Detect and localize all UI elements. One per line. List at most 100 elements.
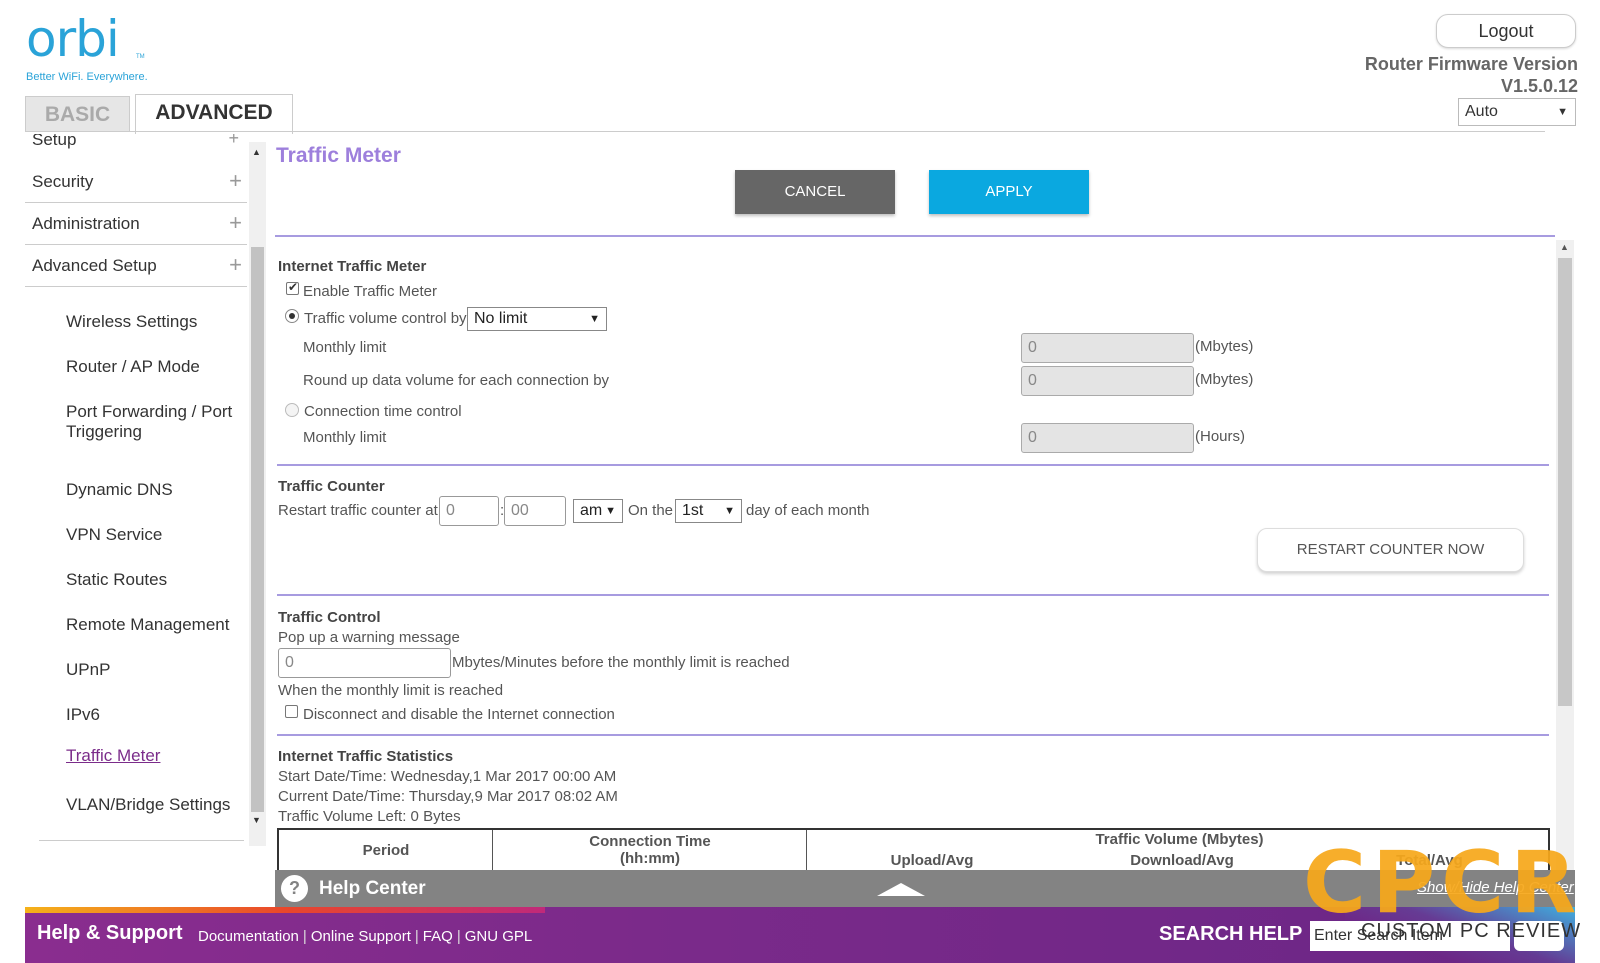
sidebar-item-router-ap-mode[interactable]: Router / AP Mode: [66, 357, 241, 377]
time-control-label: Connection time control: [304, 403, 462, 420]
sidebar-item-vpn-service[interactable]: VPN Service: [66, 525, 241, 545]
restart-day-value: 1st: [682, 502, 704, 519]
ampm-value: am: [580, 502, 603, 519]
help-support-title: Help & Support: [37, 922, 183, 944]
time-monthly-limit-input[interactable]: 0: [1021, 423, 1194, 453]
expand-up-arrow-icon[interactable]: [877, 883, 925, 896]
disconnect-checkbox[interactable]: [285, 705, 298, 718]
warning-threshold-suffix: Mbytes/Minutes before the monthly limit …: [452, 654, 790, 671]
footer-links: Documentation | Online Support | FAQ | GNU GPL: [198, 928, 532, 945]
dropdown-caret-icon: ▼: [605, 505, 616, 517]
scroll-up-arrow-icon[interactable]: ▲: [1560, 242, 1569, 252]
restart-day-select[interactable]: 1st ▼: [675, 499, 742, 523]
link-separator: |: [302, 928, 307, 945]
sidebar-section-security[interactable]: Security +: [25, 134, 247, 203]
show-hide-help-center-link[interactable]: Show/Hide Help Center: [1417, 879, 1574, 896]
volume-control-label: Traffic volume control by: [304, 310, 467, 327]
link-separator: |: [414, 928, 419, 945]
enable-traffic-meter-checkbox[interactable]: [286, 280, 299, 295]
sidebar: Setup + Security + Administration + Adva…: [25, 134, 247, 846]
table-header-period: Period: [362, 842, 410, 859]
footer-link-gnu-gpl[interactable]: GNU GPL: [465, 928, 533, 945]
stats-current-datetime: Current Date/Time: Thursday,9 Mar 2017 0…: [278, 788, 618, 805]
language-value: Auto: [1465, 103, 1498, 120]
restart-counter-now-button[interactable]: RESTART COUNTER NOW: [1257, 528, 1524, 572]
logout-button[interactable]: Logout: [1436, 14, 1576, 48]
help-question-icon: ?: [281, 875, 308, 902]
sidebar-section-label: Administration: [32, 214, 140, 233]
monthly-limit-input[interactable]: 0: [1021, 333, 1194, 363]
section-heading-traffic-counter: Traffic Counter: [278, 478, 385, 495]
section-divider: [277, 464, 1549, 466]
warning-threshold-input[interactable]: 0: [278, 648, 451, 678]
sidebar-scroll-thumb[interactable]: [251, 247, 264, 812]
sidebar-item-port-forwarding[interactable]: Port Forwarding / Port Triggering: [66, 402, 241, 442]
volume-control-radio[interactable]: [285, 309, 299, 323]
logo-tagline: Better WiFi. Everywhere.: [26, 71, 148, 83]
content-scroll-thumb[interactable]: [1558, 258, 1572, 706]
time-monthly-limit-unit: (Hours): [1195, 428, 1246, 445]
sidebar-item-upnp[interactable]: UPnP: [66, 660, 241, 680]
restart-hour-input[interactable]: 0: [439, 496, 499, 526]
roundup-input[interactable]: 0: [1021, 366, 1194, 396]
footer-link-documentation[interactable]: Documentation: [198, 928, 299, 945]
sidebar-section-administration[interactable]: Administration +: [25, 203, 247, 245]
dropdown-caret-icon: ▼: [589, 313, 600, 325]
when-limit-reached-label: When the monthly limit is reached: [278, 682, 504, 699]
section-divider: [277, 594, 1549, 596]
sidebar-item-traffic-meter[interactable]: Traffic Meter: [66, 746, 241, 766]
sidebar-item-vlan-bridge[interactable]: VLAN/Bridge Settings: [66, 795, 241, 815]
scroll-up-arrow-icon[interactable]: ▲: [252, 147, 261, 157]
orbi-logo: orbi TM Better WiFi. Everywhere.: [26, 14, 156, 92]
sidebar-item-remote-management[interactable]: Remote Management: [66, 615, 241, 635]
tab-advanced[interactable]: ADVANCED: [135, 94, 293, 134]
expand-plus-icon[interactable]: +: [229, 210, 242, 236]
enable-traffic-meter-label: Enable Traffic Meter: [303, 283, 437, 300]
expand-plus-icon[interactable]: +: [229, 168, 242, 194]
expand-plus-icon[interactable]: +: [229, 252, 242, 278]
dropdown-caret-icon: ▼: [724, 505, 735, 517]
volume-control-value: No limit: [474, 310, 528, 327]
search-go-button[interactable]: [1514, 921, 1564, 951]
footer-link-online-support[interactable]: Online Support: [311, 928, 411, 945]
sidebar-item-static-routes[interactable]: Static Routes: [66, 570, 241, 590]
section-heading-traffic-statistics: Internet Traffic Statistics: [278, 748, 454, 765]
monthly-limit-unit: (Mbytes): [1195, 338, 1254, 355]
ampm-select[interactable]: am ▼: [573, 499, 623, 523]
table-header-connection-unit: (hh:mm): [620, 850, 680, 867]
sidebar-section-label: Security: [32, 172, 94, 191]
cancel-button[interactable]: CANCEL: [735, 170, 895, 214]
content-scrollbar[interactable]: ▲: [1556, 240, 1574, 870]
search-help-label: SEARCH HELP: [1159, 923, 1303, 945]
sidebar-scrollbar[interactable]: ▲ ▼: [249, 142, 266, 846]
sidebar-section-advanced-setup[interactable]: Advanced Setup +: [25, 245, 247, 287]
table-header-download: Download/Avg: [1130, 852, 1234, 869]
footer-link-faq[interactable]: FAQ: [423, 928, 453, 945]
language-select[interactable]: Auto ▼: [1458, 98, 1576, 126]
sidebar-item-wireless-settings[interactable]: Wireless Settings: [66, 312, 241, 332]
sidebar-item-ipv6[interactable]: IPv6: [66, 705, 241, 725]
stats-volume-left: Traffic Volume Left: 0 Bytes: [278, 808, 461, 825]
traffic-meter-form: Internet Traffic Meter Enable Traffic Me…: [277, 250, 1552, 870]
sidebar-section-label: Advanced Setup: [32, 256, 157, 275]
tab-basic[interactable]: BASIC: [25, 96, 130, 132]
section-divider: [277, 734, 1549, 736]
apply-button[interactable]: APPLY: [929, 170, 1089, 214]
table-header-total: Total/Avg: [1396, 852, 1463, 869]
restart-minute-input[interactable]: 00: [504, 496, 566, 526]
footer: Help & Support Documentation | Online Supp…: [25, 907, 1575, 963]
roundup-label: Round up data volume for each connection…: [303, 372, 610, 389]
table-header-upload: Upload/Avg: [890, 852, 974, 869]
scroll-down-arrow-icon[interactable]: ▼: [252, 815, 261, 825]
help-center-bar[interactable]: ? Help Center Show/Hide Help Center: [275, 870, 1575, 907]
section-heading-internet-traffic-meter: Internet Traffic Meter: [278, 258, 427, 275]
sidebar-item-dynamic-dns[interactable]: Dynamic DNS: [66, 480, 241, 500]
firmware-version: V1.5.0.12: [1500, 76, 1578, 96]
logo-tm: TM: [136, 54, 145, 60]
time-control-radio[interactable]: [285, 403, 299, 417]
restart-at-label: Restart traffic counter at: [278, 502, 438, 519]
monthly-limit-label: Monthly limit: [303, 339, 387, 356]
search-help-input[interactable]: Enter Search Item: [1310, 921, 1510, 951]
volume-control-select[interactable]: No limit ▼: [467, 307, 607, 331]
table-col-connection-time: Connection Time (hh:mm): [493, 830, 807, 870]
